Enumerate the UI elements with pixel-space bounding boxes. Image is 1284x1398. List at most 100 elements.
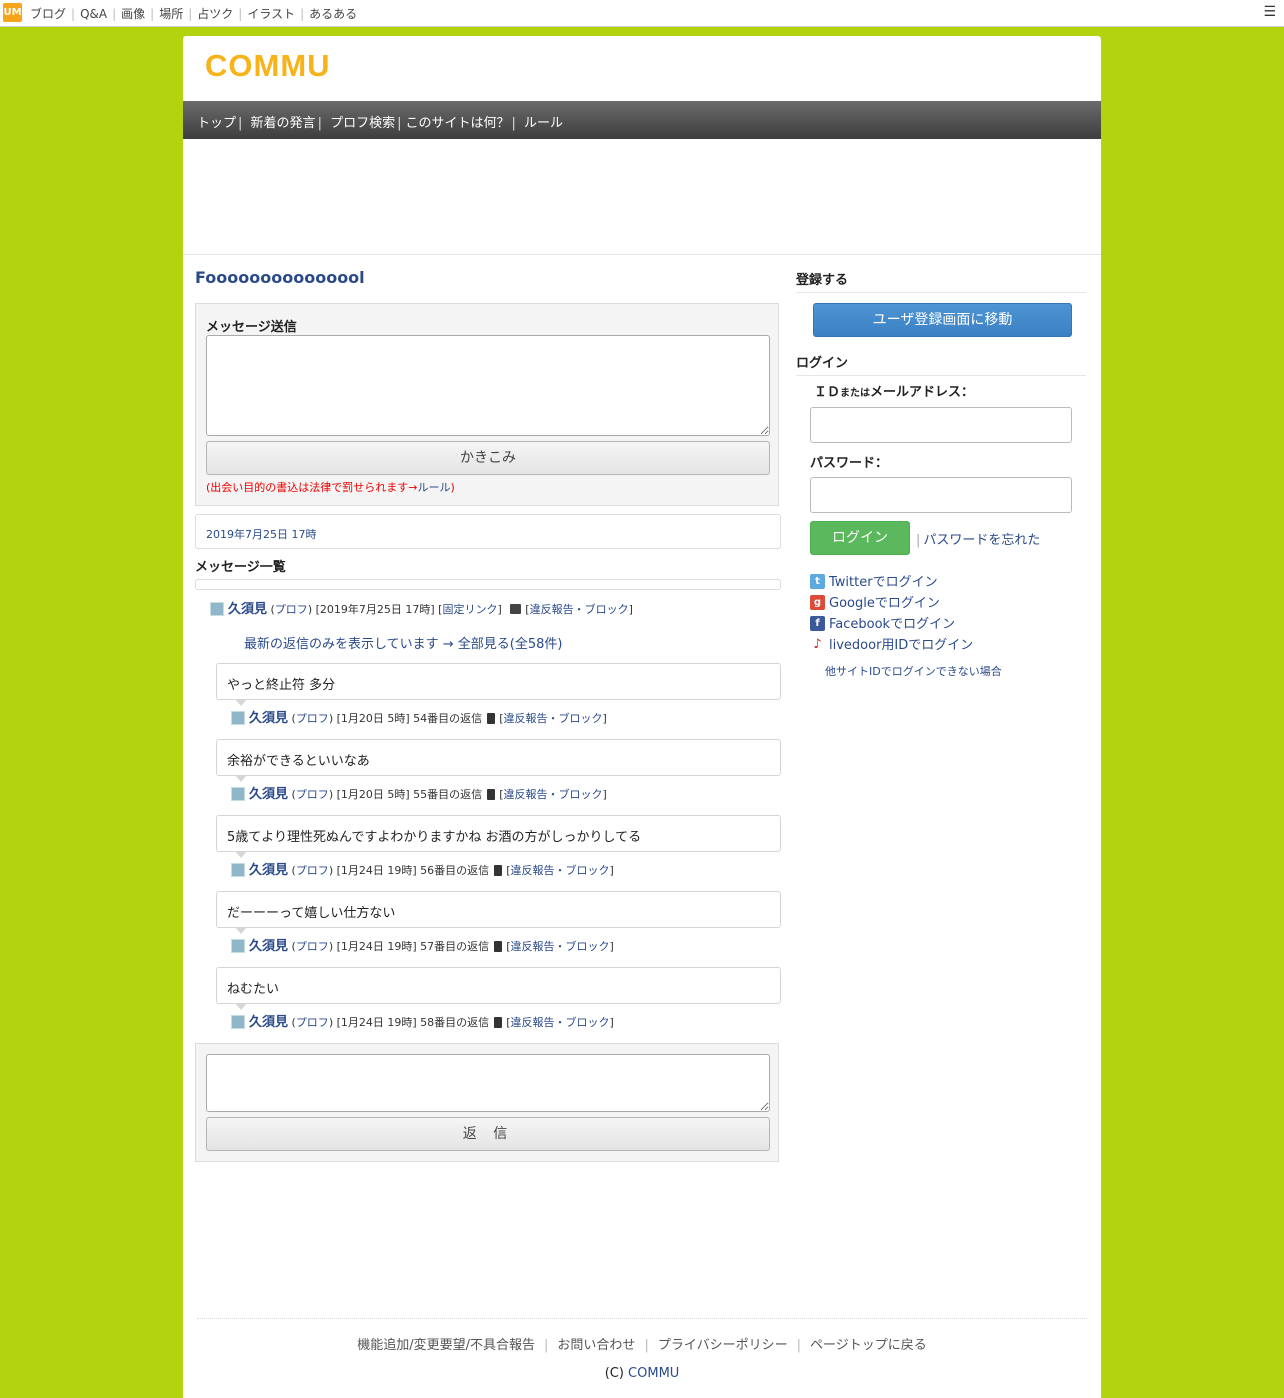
report-link[interactable]: 違反報告・ブロック — [503, 788, 602, 801]
footer-links: 機能追加/変更要望/不具合報告 | お問い合わせ | プライバシーポリシー | ページトップ… — [357, 1338, 927, 1353]
password-input[interactable] — [810, 477, 1072, 513]
register-heading: 登録する — [796, 269, 1086, 293]
reply-bubble: 余裕ができるといいなあ — [216, 739, 781, 782]
warning-text: (出会い目的の書込は法律で罰せられます→ルール) — [206, 481, 455, 494]
permalink[interactable]: 固定リンク — [442, 603, 497, 616]
list-separator — [195, 579, 781, 590]
report-link[interactable]: 違反報告・ブロック — [510, 940, 609, 953]
nav-rules[interactable]: ルール — [524, 116, 563, 131]
pc-icon — [510, 604, 522, 614]
top-link-uranai[interactable]: 占ツク — [197, 7, 233, 21]
facebook-icon: f — [810, 616, 825, 631]
nav-top[interactable]: トップ — [197, 116, 236, 131]
user-name[interactable]: 久須見 — [249, 711, 288, 726]
top-link-qa[interactable]: Q&A — [80, 7, 107, 21]
forgot-password-link[interactable]: パスワードを忘れた — [923, 533, 1040, 548]
other-login-help-link[interactable]: 他サイトIDでログインできない場合 — [825, 663, 1002, 679]
profile-link[interactable]: プロフ — [296, 788, 329, 801]
footer-divider — [197, 1318, 1087, 1319]
profile-link[interactable]: プロフ — [296, 712, 329, 725]
footer-link-feedback[interactable]: 機能追加/変更要望/不具合報告 — [357, 1338, 535, 1353]
reply-meta: 久須見 (プロフ) [1月20日 5時] 54番目の返信 [違反報告・ブロック] — [231, 707, 607, 726]
avatar[interactable] — [231, 939, 245, 953]
avatar[interactable] — [231, 863, 245, 877]
reply-meta: 久須見 (プロフ) [1月24日 19時] 57番目の返信 [違反報告・ブロック] — [231, 935, 614, 954]
mobile-icon — [487, 788, 496, 800]
reply-bubble: ねむたい — [216, 967, 781, 1010]
page-title: Fooooooooooooool — [195, 268, 365, 287]
hamburger-icon[interactable]: ☰ — [1263, 4, 1276, 20]
facebook-login[interactable]: f Facebookでログイン — [810, 613, 955, 632]
profile-link[interactable]: プロフ — [296, 1016, 329, 1029]
footer-link-privacy[interactable]: プライバシーポリシー — [658, 1338, 788, 1353]
reply-button[interactable]: 返 信 — [206, 1117, 770, 1151]
user-name[interactable]: 久須見 — [228, 602, 267, 617]
main-post-meta: 久須見 (プロフ) [2019年7月25日 17時] [固定リンク] [違反報告… — [210, 598, 633, 617]
id-input[interactable] — [810, 407, 1072, 443]
avatar[interactable] — [231, 787, 245, 801]
mobile-icon — [487, 712, 496, 724]
reply-bubble: 5歳てより理性死ぬんですよわかりますかね お酒の方がしっかりしてる — [216, 815, 781, 858]
thread-date-box: 2019年7月25日 17時 — [195, 514, 781, 549]
commu-logo[interactable]: COMMU — [205, 48, 331, 84]
livedoor-login[interactable]: ♪ livedoor用IDでログイン — [810, 634, 973, 653]
reply-bubble: だーーーって嬉しい仕方ない — [216, 891, 781, 934]
reply-meta: 久須見 (プロフ) [1月24日 19時] 56番目の返信 [違反報告・ブロック] — [231, 859, 614, 878]
google-icon: g — [810, 595, 825, 610]
message-form-label: メッセージ送信 — [206, 320, 297, 335]
top-link-images[interactable]: 画像 — [121, 7, 145, 21]
livedoor-icon: ♪ — [810, 637, 825, 652]
mobile-icon — [494, 864, 503, 876]
post-button[interactable]: かきこみ — [206, 441, 770, 475]
footer-link-page-top[interactable]: ページトップに戻る — [810, 1338, 927, 1353]
password-label: パスワード： — [810, 456, 889, 471]
user-name[interactable]: 久須見 — [249, 1015, 288, 1030]
report-link[interactable]: 違反報告・ブロック — [530, 603, 629, 616]
user-name[interactable]: 久須見 — [249, 863, 288, 878]
nav-about[interactable]: このサイトは何？ — [406, 116, 510, 131]
copyright: (C) COMMU — [604, 1366, 680, 1381]
mobile-icon — [494, 940, 503, 952]
copyright-link[interactable]: COMMU — [628, 1366, 679, 1381]
top-link-aruaru[interactable]: あるある — [309, 7, 357, 21]
register-button[interactable]: ユーザ登録画面に移動 — [813, 303, 1072, 337]
twitter-login[interactable]: t Twitterでログイン — [810, 571, 938, 590]
message-list-title: メッセージ一覧 — [195, 560, 286, 575]
avatar[interactable] — [231, 711, 245, 725]
login-heading: ログイン — [796, 352, 1086, 376]
thread-date[interactable]: 2019年7月25日 17時 — [206, 526, 316, 542]
profile-link[interactable]: プロフ — [296, 940, 329, 953]
top-links: ブログ | Q&A | 画像 | 場所 | 占ツク | イラスト | あるある — [30, 7, 358, 21]
top-link-blog[interactable]: ブログ — [30, 7, 66, 21]
top-link-places[interactable]: 場所 — [159, 7, 183, 21]
report-link[interactable]: 違反報告・ブロック — [503, 712, 602, 725]
user-name[interactable]: 久須見 — [249, 939, 288, 954]
top-bar: UM ブログ | Q&A | 画像 | 場所 | 占ツク | イラスト | あるある ☰ — [0, 0, 1284, 27]
profile-link[interactable]: プロフ — [275, 603, 308, 616]
latest-replies-note[interactable]: 最新の返信のみを表示しています → 全部見る(全58件) — [244, 633, 562, 652]
reply-meta: 久須見 (プロフ) [1月20日 5時] 55番目の返信 [違反報告・ブロック] — [231, 783, 607, 802]
ad-space — [183, 139, 1101, 255]
twitter-icon: t — [810, 574, 825, 589]
reply-textarea[interactable] — [206, 1054, 770, 1112]
report-link[interactable]: 違反報告・ブロック — [510, 1016, 609, 1029]
reply-form: 返 信 — [195, 1043, 779, 1162]
main-container: COMMU トップ | 新着の発言 | プロフ検索 | このサイトは何？ | ルール Fo… — [183, 36, 1101, 1398]
rules-link[interactable]: ルール — [418, 481, 451, 494]
google-login[interactable]: g Googleでログイン — [810, 592, 940, 611]
profile-link[interactable]: プロフ — [296, 864, 329, 877]
mobile-icon — [494, 1016, 503, 1028]
nav-new-posts[interactable]: 新着の発言 — [251, 116, 316, 131]
nav-profile-search[interactable]: プロフ検索 — [330, 116, 395, 131]
um-logo-icon[interactable]: UM — [3, 3, 22, 22]
message-textarea[interactable] — [206, 335, 770, 436]
nav-bar: トップ | 新着の発言 | プロフ検索 | このサイトは何？ | ルール — [183, 101, 1101, 139]
avatar[interactable] — [231, 1015, 245, 1029]
top-link-illust[interactable]: イラスト — [247, 7, 295, 21]
report-link[interactable]: 違反報告・ブロック — [510, 864, 609, 877]
footer-link-contact[interactable]: お問い合わせ — [557, 1338, 635, 1353]
user-name[interactable]: 久須見 — [249, 787, 288, 802]
avatar[interactable] — [210, 602, 224, 616]
reply-bubble: やっと終止符 多分 — [216, 663, 781, 706]
login-button[interactable]: ログイン — [810, 521, 910, 555]
